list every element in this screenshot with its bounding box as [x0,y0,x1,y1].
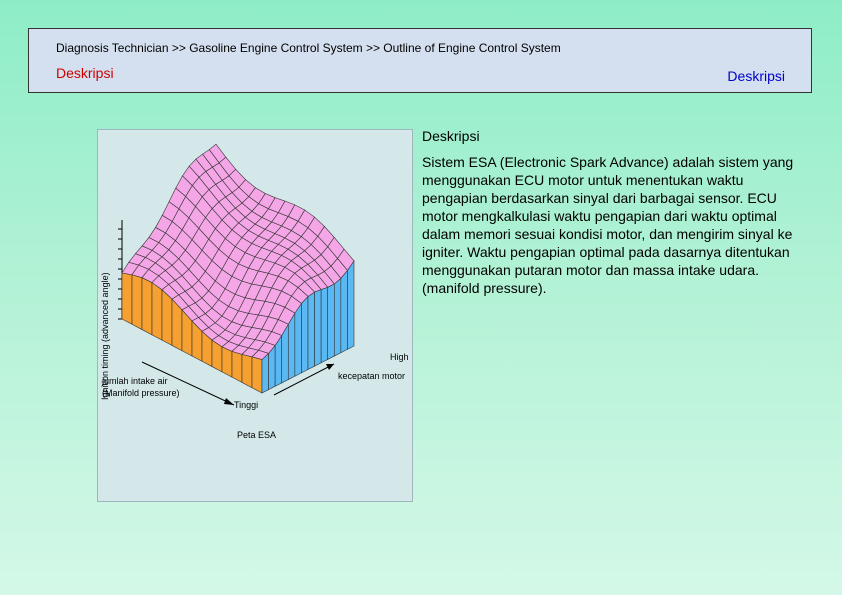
left-wall-panel [131,274,143,331]
left-wall-panel [251,356,263,394]
intake-axis-label-1: jumlah intake air [102,376,168,386]
right-wall-panel [261,352,269,394]
left-wall-panel [151,281,163,341]
left-wall-panel [121,272,133,325]
left-wall-panel [241,353,253,389]
left-wall-panel [161,289,173,346]
breadcrumb: Diagnosis Technician >> Gasoline Engine … [56,41,561,55]
figure-caption: Peta ESA [237,430,277,440]
right-wall-panel [327,283,335,360]
high-label: High [390,352,409,362]
right-wall-panel [347,259,355,350]
right-wall-panel [307,291,315,370]
speed-axis-label: kecepatan motor [338,371,406,381]
right-wall-panel [314,289,322,367]
esa-3d-surface [118,143,355,406]
intake-axis-label-2: (Manifold pressure) [102,388,180,398]
low-label: Tinggi [234,400,259,410]
left-wall-panel [221,346,233,378]
esa-map-figure: Ignition timing (advanced angle) High ke… [97,129,413,502]
intake-arrowhead [224,398,234,405]
section-link-right[interactable]: Deskripsi [727,68,785,84]
section-title-left: Deskripsi [56,65,114,81]
header-panel: Diagnosis Technician >> Gasoline Engine … [28,28,812,93]
description-title: Deskripsi [422,128,480,144]
left-wall-panel [141,277,153,336]
right-wall-panel [294,302,302,377]
right-wall-panel [301,295,309,374]
right-wall-panel [340,269,348,354]
right-wall-panel [333,277,342,357]
left-wall-panel [231,350,243,383]
description-body: Sistem ESA (Electronic Spark Advance) ad… [422,154,794,296]
right-wall-panel [320,286,329,364]
